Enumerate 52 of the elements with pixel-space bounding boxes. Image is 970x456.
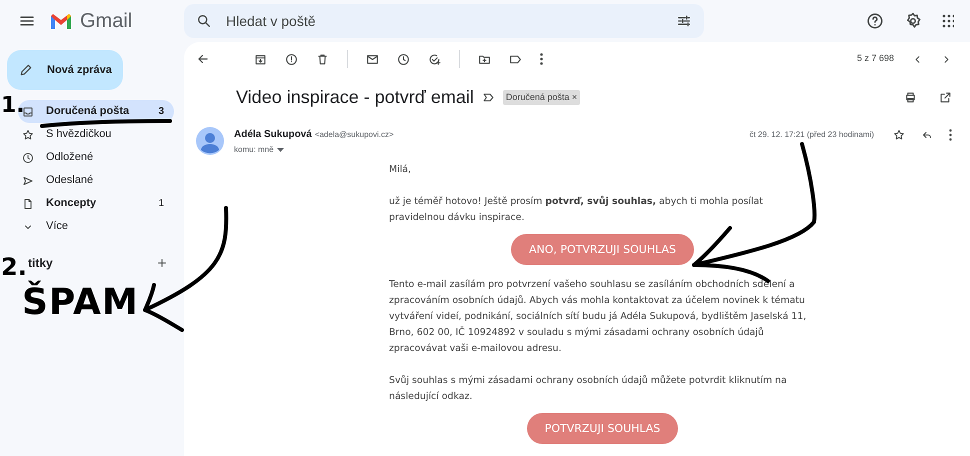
search-icon[interactable] — [196, 13, 212, 29]
date-text: čt 29. 12. 17:21 (před 23 hodinami) — [749, 128, 874, 140]
more-icon[interactable] — [949, 128, 952, 140]
sidebar-item[interactable]: Odeslané — [18, 169, 174, 192]
apps-grid-icon[interactable] — [942, 13, 954, 29]
star-icon[interactable] — [893, 128, 905, 140]
sender-name: Adéla Sukupová — [234, 128, 312, 142]
pencil-icon[interactable] — [19, 63, 33, 77]
inbox-icon[interactable] — [22, 106, 34, 118]
send-icon[interactable] — [22, 174, 34, 186]
filter-icon[interactable] — [676, 13, 692, 29]
app-name: Gmail — [80, 9, 132, 34]
label-chip[interactable]: Doručená pošta × — [502, 90, 580, 106]
handwritten-annotation: ŠPAM — [22, 280, 139, 325]
handwritten-annotation: 2. — [1, 252, 27, 281]
body-paragraph: už je téměř hotovo! Ještě prosím potvrď, svůj souhlas, abych ti mohla posílat pravidelnou dávku inspirace. — [389, 194, 764, 225]
report-spam-icon[interactable] — [285, 52, 298, 66]
search-field[interactable]: Hledat v poště — [184, 4, 704, 38]
sidebar-item[interactable]: Koncepty 1 — [18, 192, 174, 215]
document-icon[interactable] — [22, 198, 34, 210]
caret-icon — [276, 148, 284, 152]
print-icon[interactable] — [904, 91, 917, 104]
more-icon[interactable] — [540, 53, 543, 65]
body-paragraph: Milá, — [389, 163, 412, 177]
settings-icon[interactable] — [904, 12, 922, 30]
recipient-dropdown[interactable]: komu: mně — [234, 144, 284, 156]
delete-icon[interactable] — [316, 52, 329, 66]
body-paragraph: Svůj souhlas s mými zásadami ochrany osobních údajů můžete potvrdit kliknutím na následující odkaz. — [389, 374, 788, 404]
compose-button[interactable]: Nová zpráva — [7, 50, 123, 90]
back-icon[interactable] — [196, 52, 210, 66]
add-task-icon[interactable] — [428, 52, 441, 66]
open-in-new-window-icon[interactable] — [939, 91, 952, 104]
sidebar-item[interactable]: Odložené — [18, 146, 174, 169]
clock-icon[interactable] — [22, 152, 34, 164]
label-icon[interactable] — [509, 52, 522, 66]
labels-heading: titky — [28, 255, 54, 272]
avatar-icon — [196, 127, 224, 155]
clock-icon[interactable] — [397, 52, 410, 66]
folder-icon[interactable] — [478, 52, 491, 66]
sender-email: <adela@sukupovi.cz> — [314, 128, 394, 140]
subject: Video inspirace - potvrď email — [236, 86, 474, 109]
pager-text: 5 z 7 698 — [856, 52, 894, 66]
logo-icon — [50, 12, 72, 30]
help-icon[interactable] — [866, 12, 884, 30]
important-marker-icon[interactable] — [482, 91, 495, 104]
envelope-icon[interactable] — [366, 52, 379, 66]
sidebar-item[interactable]: Více — [18, 215, 174, 238]
sidebar-item[interactable]: S hvězdičkou — [18, 123, 174, 146]
star-icon[interactable] — [22, 128, 34, 140]
search-input[interactable]: Hledat v poště — [226, 10, 662, 32]
archive-icon[interactable] — [254, 52, 267, 66]
add-icon[interactable] — [156, 257, 168, 269]
